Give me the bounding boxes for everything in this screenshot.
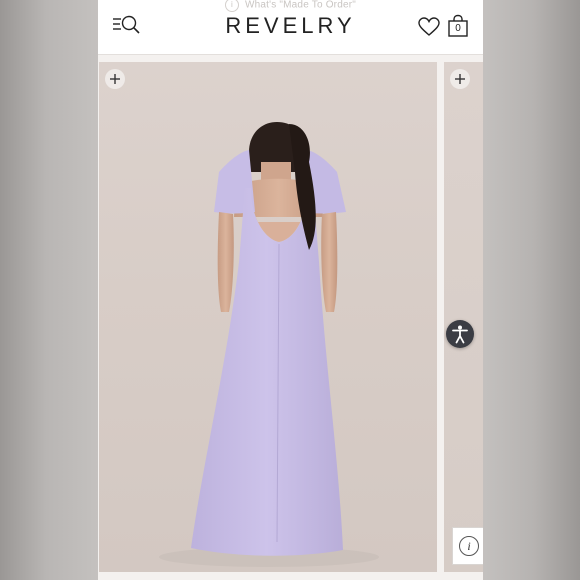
shopping-bag-button[interactable]: 0 (447, 14, 469, 38)
accessibility-icon (452, 325, 468, 344)
bag-count: 0 (455, 23, 461, 34)
dress-model-image (159, 122, 379, 567)
product-image-main[interactable] (99, 62, 437, 572)
zoom-in-icon (110, 74, 120, 84)
accessibility-button[interactable] (446, 320, 474, 348)
made-to-order-banner[interactable]: i What's "Made To Order" (98, 0, 483, 12)
banner-text: What's "Made To Order" (244, 0, 357, 11)
product-image-next[interactable] (444, 62, 483, 572)
mobile-page: i What's "Made To Order" REVELRY 0 i (98, 0, 483, 580)
zoom-in-button-next[interactable] (450, 69, 470, 89)
info-icon: i (224, 0, 239, 12)
info-button[interactable]: i (452, 527, 483, 565)
bottom-strip (98, 572, 483, 580)
heart-icon[interactable] (418, 17, 440, 37)
zoom-in-button[interactable] (105, 69, 125, 89)
info-icon: i (459, 536, 479, 556)
zoom-in-icon (455, 74, 465, 84)
site-header: i What's "Made To Order" REVELRY 0 (98, 0, 483, 55)
